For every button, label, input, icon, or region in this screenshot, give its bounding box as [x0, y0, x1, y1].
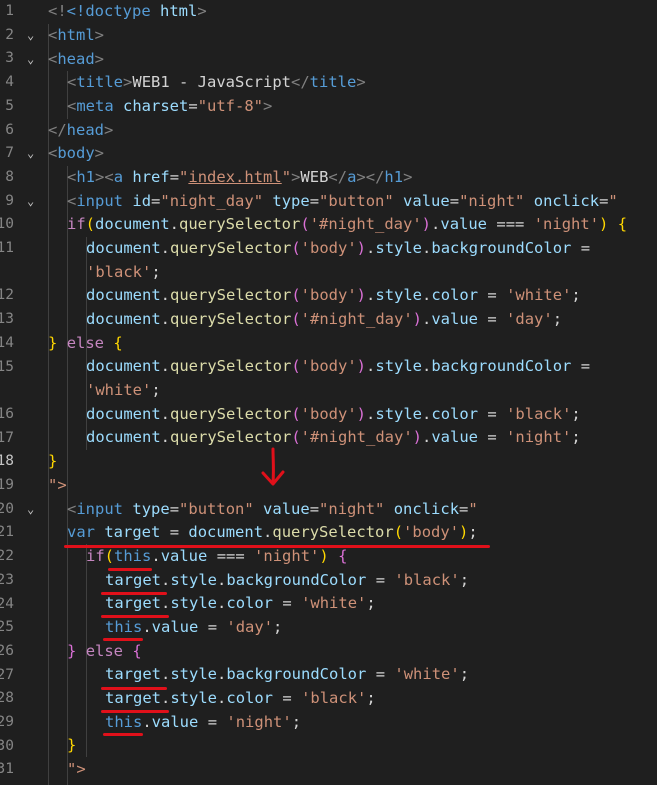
line-number: 5 — [5, 97, 14, 114]
line-number: 6 — [5, 121, 14, 138]
line-number: 11 — [0, 240, 14, 256]
line-number: 25 — [0, 619, 14, 636]
code-line-11-wrap[interactable]: 'black'; — [86, 261, 161, 285]
code-line-21[interactable]: var target = document.querySelector('bod… — [67, 521, 478, 545]
code-line-26[interactable]: } else { — [67, 640, 142, 664]
line-number: 3 — [5, 50, 14, 67]
code-line-6[interactable]: </head> — [48, 119, 113, 143]
line-number: 10 — [0, 216, 14, 233]
line-number: 2 — [5, 26, 14, 43]
indent-guide — [67, 166, 68, 785]
code-line-30[interactable]: } — [67, 734, 76, 758]
line-number: 29 — [0, 714, 14, 730]
line-number: 21 — [0, 524, 14, 541]
code-line-23[interactable]: target.style.backgroundColor = 'black'; — [105, 569, 469, 593]
code-line-17[interactable]: document.querySelector('#night_day').val… — [86, 426, 581, 450]
red-underline-mark — [101, 687, 167, 690]
red-underline-mark — [108, 568, 152, 571]
code-line-15[interactable]: document.querySelector('body').style.bac… — [86, 355, 590, 379]
line-number: 19 — [0, 477, 14, 493]
line-number: 28 — [0, 690, 14, 707]
code-line-29[interactable]: this.value = 'night'; — [105, 711, 301, 735]
code-editor[interactable]: 1 2 3 4 5 6 7 8 9 10 11 12 13 14 15 16 17 18 19 20 21 22 23 24 2… — [0, 0, 657, 785]
fold-chevron-icon[interactable]: ⌄ — [27, 48, 34, 72]
fold-chevron-icon[interactable]: ⌄ — [27, 142, 34, 166]
code-line-8[interactable]: <h1><a href="index.html">WEB</a></h1> — [67, 166, 412, 190]
line-number: 27 — [0, 666, 14, 683]
code-line-25[interactable]: this.value = 'day'; — [105, 616, 282, 640]
code-line-31[interactable]: "> — [67, 758, 86, 782]
line-number: 8 — [5, 168, 14, 185]
red-underline-mark — [101, 615, 169, 618]
code-line-24[interactable]: target.style.color = 'white'; — [105, 592, 376, 616]
line-number: 30 — [0, 737, 14, 754]
line-number: 1 — [5, 3, 14, 19]
red-underline-mark — [103, 733, 143, 736]
fold-chevron-icon[interactable]: ⌄ — [27, 24, 34, 48]
code-line-5[interactable]: <meta charset="utf-8"> — [67, 95, 272, 119]
code-line-15-wrap[interactable]: 'white'; — [86, 379, 161, 403]
code-line-3[interactable]: <head> — [48, 48, 104, 72]
code-line-4[interactable]: <title>WEB1 - JavaScript</title> — [67, 71, 366, 95]
code-line-20[interactable]: <input type="button" value="night" oncli… — [67, 498, 478, 522]
code-line-16[interactable]: document.querySelector('body').style.col… — [86, 403, 581, 427]
code-line-1[interactable]: <!<!doctype html> — [48, 0, 207, 24]
line-number: 12 — [0, 287, 14, 304]
line-number: 7 — [5, 145, 14, 162]
code-line-12[interactable]: document.querySelector('body').style.col… — [86, 284, 581, 308]
line-number: 20 — [0, 500, 14, 517]
fold-chevron-icon[interactable]: ⌄ — [27, 498, 34, 522]
code-line-13[interactable]: document.querySelector('#night_day').val… — [86, 308, 562, 332]
code-line-2[interactable]: <html> — [48, 24, 104, 48]
code-line-14[interactable]: } else { — [48, 332, 123, 356]
red-arrow-down-icon — [261, 447, 285, 486]
code-line-10[interactable]: if(document.querySelector('#night_day').… — [67, 213, 627, 237]
code-line-28[interactable]: target.style.color = 'black'; — [105, 687, 376, 711]
code-line-19[interactable]: "> — [48, 474, 67, 498]
line-number: 17 — [0, 429, 14, 446]
red-underline-mark — [101, 710, 169, 713]
line-number: 15 — [0, 358, 14, 375]
code-line-27[interactable]: target.style.backgroundColor = 'white'; — [105, 663, 469, 687]
line-number: 18 — [0, 453, 14, 470]
line-number: 16 — [0, 405, 14, 422]
line-number: 9 — [5, 192, 14, 209]
line-number: 14 — [0, 334, 14, 351]
line-number: 24 — [0, 595, 14, 612]
line-number: 26 — [0, 642, 14, 659]
red-underline-mark — [103, 638, 143, 641]
fold-chevron-icon[interactable]: ⌄ — [27, 190, 34, 214]
code-line-7[interactable]: <body> — [48, 142, 104, 166]
line-number: 22 — [0, 548, 14, 565]
code-line-22[interactable]: if(this.value === 'night') { — [86, 545, 347, 569]
code-line-18[interactable]: } — [48, 450, 57, 474]
code-line-9[interactable]: <input id="night_day" type="button" valu… — [67, 190, 618, 214]
line-number: 4 — [5, 74, 14, 91]
line-number: 31 — [0, 761, 14, 778]
code-line-11[interactable]: document.querySelector('body').style.bac… — [86, 237, 590, 261]
line-number: 23 — [0, 571, 14, 588]
red-underline-mark — [64, 545, 490, 548]
red-underline-mark — [101, 592, 167, 595]
line-number: 13 — [0, 311, 14, 328]
